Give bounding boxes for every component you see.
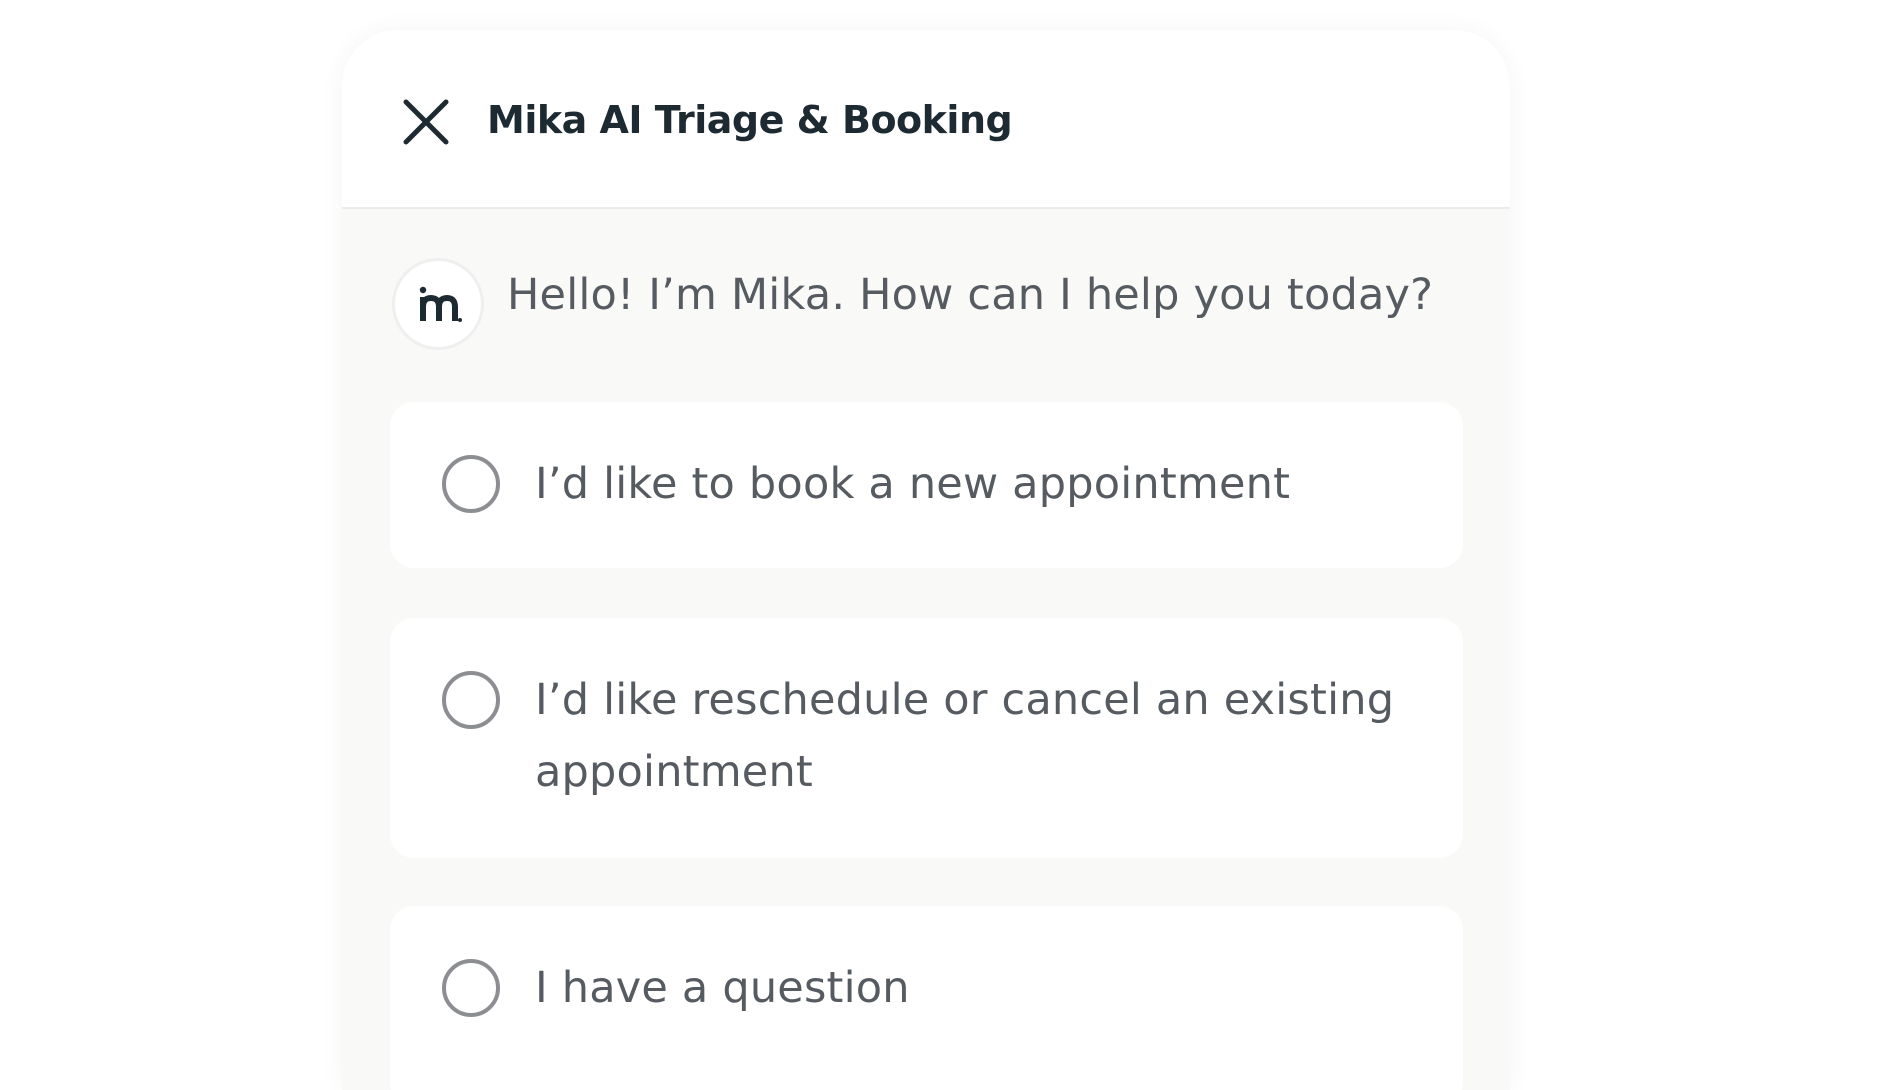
chat-header: Mika AI Triage & Booking (342, 30, 1510, 209)
close-icon (403, 99, 449, 145)
option-book-new-appointment[interactable]: I’d like to book a new appointment (390, 402, 1463, 568)
close-button[interactable] (400, 96, 452, 148)
mika-logo-icon (419, 286, 462, 322)
option-reschedule-or-cancel[interactable]: I’d like reschedule or cancel an existin… (390, 618, 1463, 858)
radio-button[interactable] (442, 671, 500, 729)
option-label: I’d like reschedule or cancel an existin… (535, 675, 1395, 797)
page-title: Mika AI Triage & Booking (487, 98, 1013, 142)
option-label: I’d like to book a new appointment (535, 459, 1291, 509)
radio-button[interactable] (442, 959, 500, 1017)
avatar (392, 258, 484, 350)
assistant-greeting: Hello! I’m Mika. How can I help you toda… (507, 270, 1434, 320)
option-label: I have a question (535, 963, 910, 1013)
chat-panel: Mika AI Triage & Booking Hello! I’m Mika… (342, 30, 1510, 1090)
option-have-question[interactable]: I have a question (390, 906, 1463, 1090)
radio-button[interactable] (442, 455, 500, 513)
